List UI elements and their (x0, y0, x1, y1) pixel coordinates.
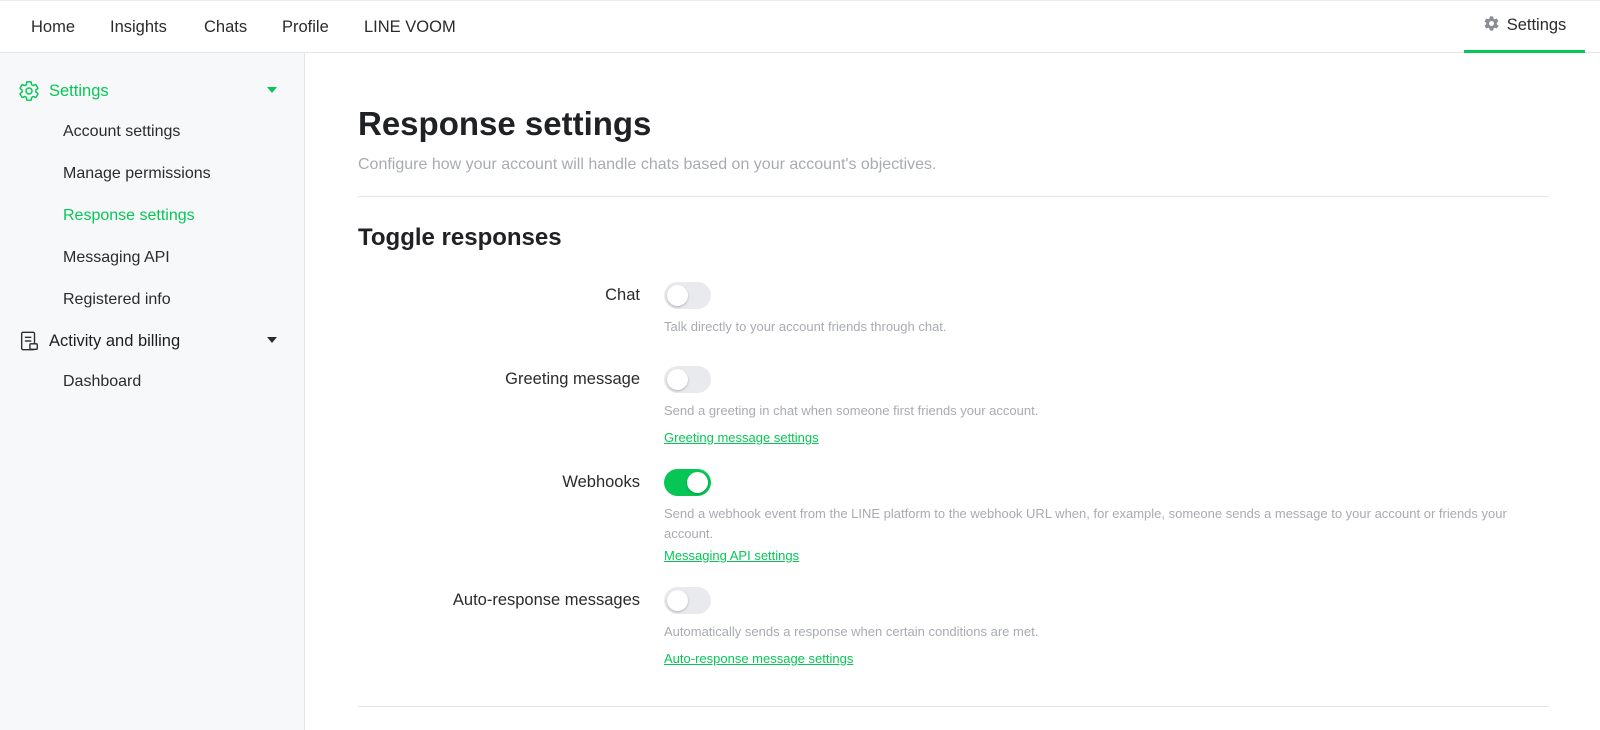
nav-chats[interactable]: Chats (204, 1, 247, 53)
row-label-auto-response: Auto-response messages (452, 591, 640, 609)
nav-home[interactable]: Home (31, 1, 75, 53)
caret-down-icon[interactable] (267, 337, 277, 343)
row-description-webhooks: Send a webhook event from the LINE platf… (664, 506, 1507, 541)
sidebar-group-settings[interactable]: Settings (18, 79, 283, 103)
nav-insights[interactable]: Insights (110, 1, 167, 53)
sidebar-item-account-settings[interactable]: Account settings (63, 123, 180, 141)
toggle-chat[interactable] (664, 282, 711, 309)
toggle-knob (667, 369, 688, 390)
divider (358, 706, 1549, 707)
receipt-icon (18, 330, 41, 353)
divider (358, 196, 1549, 197)
caret-down-icon[interactable] (267, 87, 277, 93)
auto-response-message-settings-link[interactable]: Auto-response message settings (664, 651, 853, 666)
toggle-auto-response[interactable] (664, 587, 711, 614)
gear-icon (18, 80, 41, 103)
toggle-greeting-message[interactable] (664, 366, 711, 393)
sidebar-group-label: Settings (49, 81, 109, 100)
greeting-message-settings-link[interactable]: Greeting message settings (664, 430, 819, 445)
row-description-auto-response: Automatically sends a response when cert… (664, 624, 1039, 639)
row-label-webhooks: Webhooks (562, 473, 640, 491)
toggle-knob (687, 472, 708, 493)
nav-profile[interactable]: Profile (282, 1, 329, 53)
page-title: Response settings (358, 105, 652, 142)
messaging-api-settings-link[interactable]: Messaging API settings (664, 548, 799, 563)
sidebar-item-dashboard[interactable]: Dashboard (63, 373, 141, 391)
sidebar-item-registered-info[interactable]: Registered info (63, 291, 171, 309)
row-description-greeting-message: Send a greeting in chat when someone fir… (664, 403, 1039, 418)
gear-icon (1483, 15, 1500, 37)
toggle-webhooks[interactable] (664, 469, 711, 496)
nav-settings[interactable]: Settings (1464, 1, 1585, 53)
sidebar-item-response-settings[interactable]: Response settings (63, 207, 195, 225)
sidebar: Settings Account settings Manage permiss… (0, 53, 305, 730)
row-description-chat: Talk directly to your account friends th… (664, 319, 947, 334)
sidebar-item-manage-permissions[interactable]: Manage permissions (63, 165, 211, 183)
row-label-chat: Chat (605, 286, 640, 304)
sidebar-group-billing[interactable]: Activity and billing (18, 329, 283, 353)
sidebar-item-messaging-api[interactable]: Messaging API (63, 249, 170, 267)
toggle-knob (667, 285, 688, 306)
row-label-greeting-message: Greeting message (505, 370, 640, 388)
sidebar-group-label: Activity and billing (49, 331, 181, 350)
nav-line-voom[interactable]: LINE VOOM (364, 1, 456, 53)
nav-settings-label: Settings (1506, 16, 1567, 34)
top-nav: Home Insights Chats Profile LINE VOOM Se… (0, 0, 1600, 53)
page-subtitle: Configure how your account will handle c… (358, 156, 937, 173)
toggle-knob (667, 590, 688, 611)
section-title: Toggle responses (358, 224, 562, 251)
